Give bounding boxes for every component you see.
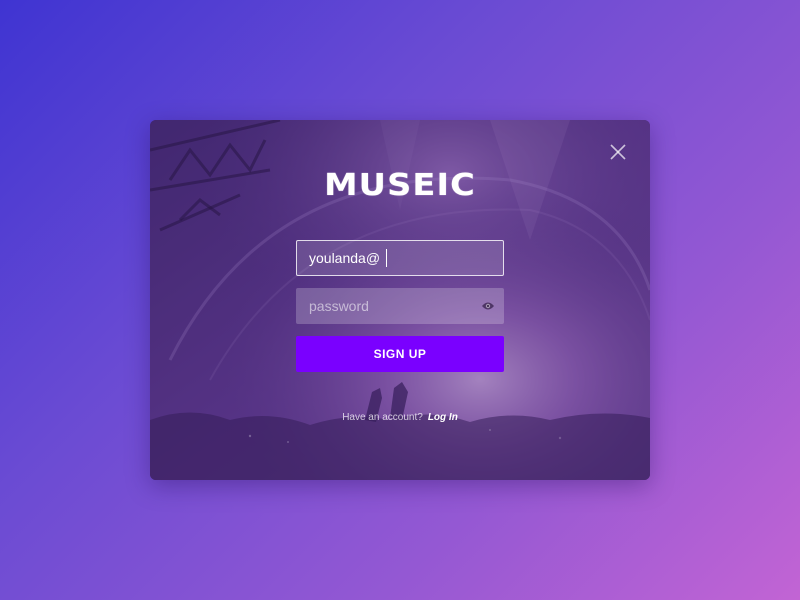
brand-logo: MUSEIC — [324, 168, 476, 203]
email-field[interactable]: youlanda@ — [296, 240, 504, 276]
email-value: youlanda@ — [309, 241, 388, 275]
text-caret — [386, 248, 388, 267]
close-icon[interactable] — [608, 142, 628, 162]
modal-content: MUSEIC youlanda@ SIGN UP Have an account… — [150, 120, 650, 480]
login-link[interactable]: Log In — [428, 412, 458, 423]
login-prompt: Have an account? Log In — [150, 412, 650, 423]
have-account-text: Have an account? — [342, 412, 423, 423]
signup-button[interactable]: SIGN UP — [296, 336, 504, 372]
password-field-wrapper — [296, 288, 504, 324]
signup-modal: MUSEIC youlanda@ SIGN UP Have an account… — [150, 120, 650, 480]
password-field[interactable] — [297, 289, 503, 323]
eye-icon[interactable] — [481, 300, 495, 312]
